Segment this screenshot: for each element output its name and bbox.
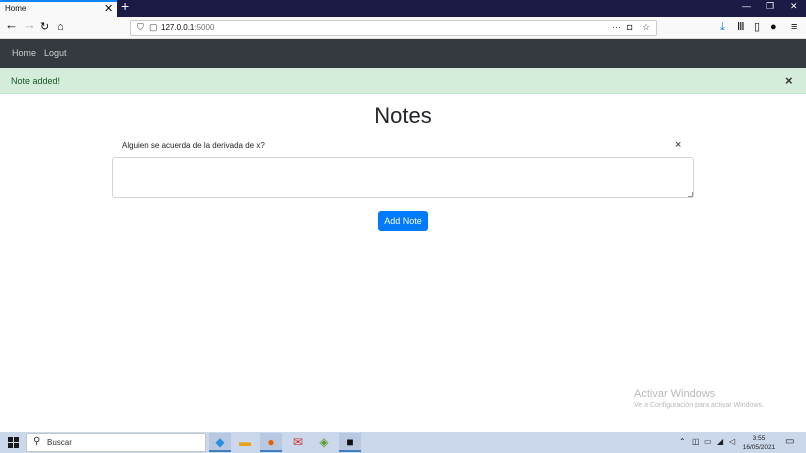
vscode-icon[interactable]: ◆: [209, 433, 231, 452]
success-alert: Note added! ×: [0, 68, 806, 94]
back-icon[interactable]: ←: [5, 18, 18, 31]
close-window-button[interactable]: ✕: [790, 1, 798, 12]
network-icon[interactable]: ◫: [692, 437, 700, 446]
battery-icon[interactable]: ▭: [704, 437, 712, 446]
clock-time: 3:55: [752, 435, 766, 442]
watermark-subtitle: Ve a Configuración para activar Windows.: [634, 402, 764, 409]
account-icon[interactable]: ●: [770, 21, 777, 33]
sidebar-icon[interactable]: ▯: [754, 21, 760, 33]
download-icon[interactable]: ⤓: [720, 21, 725, 33]
menu-icon[interactable]: ≡: [791, 21, 797, 33]
resize-grip-icon[interactable]: [688, 192, 693, 197]
clock-date: 16/05/2021: [742, 444, 776, 451]
new-tab-button[interactable]: +: [121, 0, 129, 14]
note-textarea[interactable]: [112, 157, 694, 198]
library-icon[interactable]: Ⅲ: [737, 21, 745, 33]
page-info-icon[interactable]: ▢: [149, 22, 158, 33]
python-icon[interactable]: ◈: [313, 433, 335, 452]
reload-icon[interactable]: ↻: [40, 21, 49, 33]
url-bar[interactable]: ⛉ ▢ 127.0.0.1:5000 ⋯ ◘ ☆: [130, 20, 657, 36]
note-text: Alguien se acuerda de la derivada de x?: [122, 141, 265, 150]
browser-tab[interactable]: Home ✕: [0, 0, 117, 17]
mail-icon[interactable]: ✉: [287, 433, 309, 452]
nav-link-home[interactable]: Home: [12, 48, 36, 58]
firefox-icon[interactable]: ●: [260, 433, 282, 452]
shield-icon[interactable]: ⛉: [137, 22, 144, 33]
url-port: :5000: [194, 23, 215, 32]
add-note-button[interactable]: Add Note: [378, 211, 428, 231]
windows-start-icon[interactable]: [8, 437, 19, 448]
file-explorer-icon[interactable]: ▬: [234, 433, 256, 452]
alert-close-icon[interactable]: ×: [785, 73, 793, 88]
browser-tab-bar: Home ✕ + — ❐ ✕: [0, 0, 806, 17]
taskbar-clock[interactable]: 3:55 16/05/2021: [740, 434, 778, 452]
pocket-icon[interactable]: ◘: [627, 22, 632, 32]
home-icon[interactable]: ⌂: [57, 21, 64, 33]
search-placeholder: Buscar: [47, 438, 72, 447]
alert-message: Note added!: [11, 76, 61, 86]
restore-button[interactable]: ❐: [766, 1, 774, 12]
forward-icon[interactable]: →: [23, 18, 36, 31]
taskbar-search[interactable]: ⚲ Buscar: [26, 433, 206, 452]
more-actions-icon[interactable]: ⋯: [612, 22, 621, 33]
tab-close-icon[interactable]: ✕: [104, 2, 113, 15]
wifi-icon[interactable]: ◢: [717, 437, 723, 446]
terminal-icon[interactable]: ■: [339, 433, 361, 452]
bookmark-star-icon[interactable]: ☆: [642, 22, 650, 33]
app-navbar: Home Logut: [0, 39, 806, 68]
note-delete-icon[interactable]: ×: [675, 139, 681, 151]
minimize-button[interactable]: —: [742, 1, 751, 11]
search-icon: ⚲: [33, 436, 41, 447]
volume-icon[interactable]: ◁: [729, 437, 735, 446]
url-text[interactable]: 127.0.0.1:5000: [161, 23, 214, 32]
notifications-icon[interactable]: ▭: [785, 436, 794, 447]
nav-link-logout[interactable]: Logut: [44, 48, 67, 58]
chevron-up-icon[interactable]: ⌃: [679, 437, 686, 446]
page-title: Notes: [374, 103, 432, 128]
watermark-title: Activar Windows: [634, 388, 716, 400]
url-host: 127.0.0.1: [161, 23, 195, 32]
tab-title: Home: [5, 4, 27, 13]
